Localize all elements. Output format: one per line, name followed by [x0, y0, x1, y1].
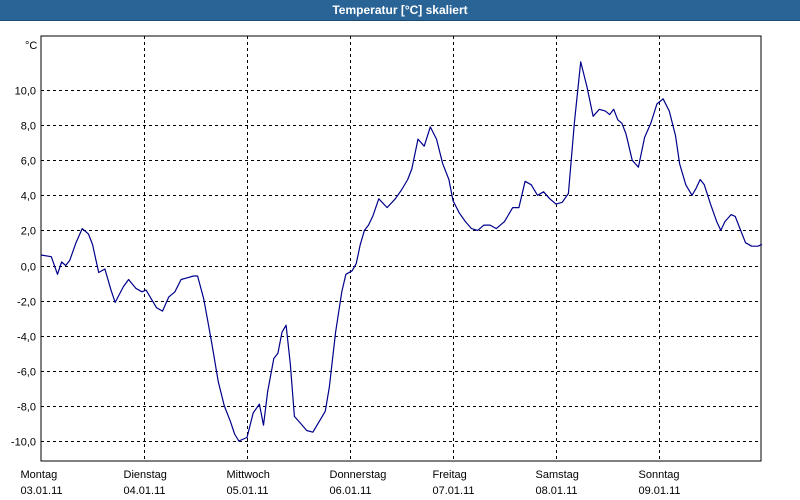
y-tick-label: -10,0 [11, 437, 36, 449]
x-tick-label-day: Donnerstag [330, 469, 387, 481]
x-tick-label-date: 07.01.11 [433, 485, 475, 497]
series-layer [40, 61, 763, 442]
y-axis-unit: °C [25, 40, 37, 52]
y-tick-label: -2,0 [17, 297, 36, 309]
x-tick-label-day: Mittwoch [227, 469, 270, 481]
x-tick-label-day: Samstag [536, 469, 579, 481]
y-tick-label: 4,0 [21, 191, 36, 203]
window-title: Temperatur [°C] skaliert [0, 0, 800, 21]
y-tick-label: 2,0 [21, 226, 36, 238]
y-tick-label: 0,0 [21, 262, 36, 274]
series-line-temperature [40, 61, 763, 442]
y-tick-label: -4,0 [17, 332, 36, 344]
x-tick-labels: Montag 03.01.11 Dienstag 04.01.11 Mittwoch 05… [21, 469, 681, 497]
x-tick-label-day: Montag [21, 469, 58, 481]
x-tick-label-date: 03.01.11 [21, 485, 63, 497]
x-tick-label-date: 09.01.11 [639, 485, 681, 497]
chart-area: 10,0 8,0 6,0 4,0 2,0 0,0 -2,0 -4,0 -6,0 -8,0 -10,0… [0, 21, 800, 500]
x-tick-label-date: 06.01.11 [330, 485, 372, 497]
x-tick-label-date: 04.01.11 [124, 485, 166, 497]
axes [40, 35, 762, 462]
x-tick-label-day: Sonntag [639, 469, 680, 481]
y-tick-label: -6,0 [17, 367, 36, 379]
y-tick-label: 8,0 [21, 121, 36, 133]
y-tick-label: 10,0 [15, 86, 36, 98]
temperature-chart: 10,0 8,0 6,0 4,0 2,0 0,0 -2,0 -4,0 -6,0 -8,0 -10,0… [11, 35, 763, 497]
y-tick-label: -8,0 [17, 402, 36, 414]
y-tick-label: 6,0 [21, 156, 36, 168]
x-tick-label-date: 05.01.11 [227, 485, 269, 497]
x-tick-label-day: Freitag [433, 469, 467, 481]
plot-frame [40, 35, 762, 462]
x-tick-label-day: Dienstag [124, 469, 167, 481]
y-tick-labels: 10,0 8,0 6,0 4,0 2,0 0,0 -2,0 -4,0 -6,0 -8,0 -10,0 [11, 86, 36, 449]
grid [41, 36, 761, 461]
x-tick-label-date: 08.01.11 [536, 485, 578, 497]
